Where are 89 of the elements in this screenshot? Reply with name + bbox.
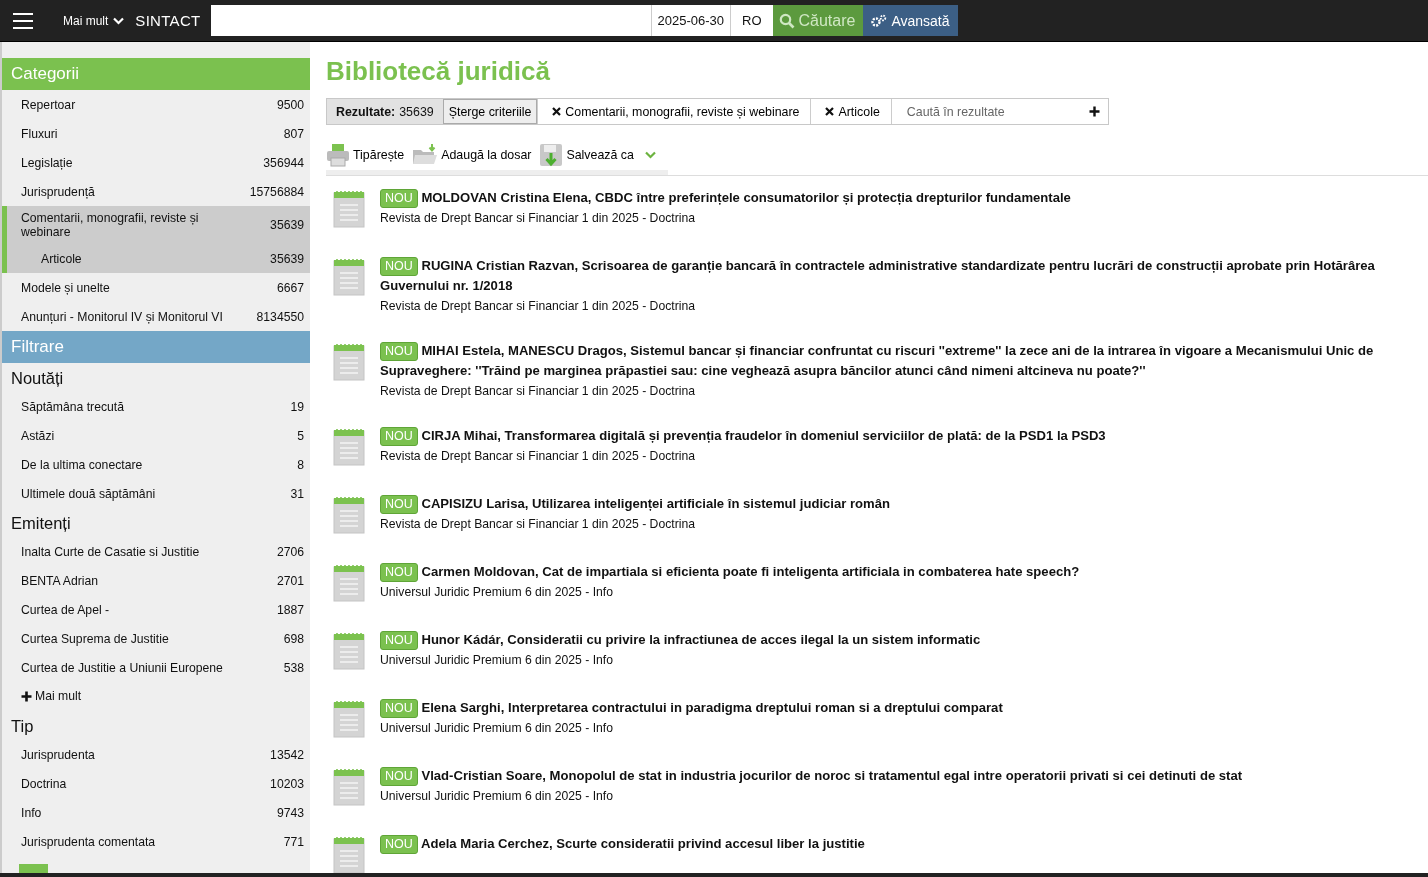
chevron-down-icon	[644, 151, 656, 159]
filter-item[interactable]: Curtea de Apel - 1887	[2, 595, 310, 624]
new-badge: NOU	[380, 189, 418, 208]
page-title: Bibliotecă juridică	[326, 56, 551, 87]
brand-name: SINTACT	[135, 12, 201, 29]
section-header: Categorii	[2, 58, 310, 90]
result-title[interactable]: NOU CAPISIZU Larisa, Utilizarea inteligenței artificiale în sistemul judiciar român	[380, 494, 891, 514]
category-item[interactable]: Jurisprudență 15756884	[2, 177, 310, 206]
filter-item[interactable]: De la ultima conectare 8	[2, 450, 310, 479]
menu-icon[interactable]	[13, 12, 33, 29]
result-source: Revista de Drept Bancar si Financiar 1 din 2025 - Doctrina	[380, 517, 696, 531]
category-item[interactable]: Fluxuri 807	[2, 119, 310, 148]
result-title[interactable]: NOU RUGINA Cristian Razvan, Scrisoarea de garanție bancară în contractele administrative standardizate pentru lucrări de construcții aprobate prin Hotărârea Guvernului nr. 1/2018	[380, 256, 1428, 296]
filter-group-title: Tip	[10, 716, 35, 737]
category-item[interactable]: Repertoar 9500	[2, 90, 310, 119]
gears-icon	[871, 13, 888, 28]
document-icon	[333, 496, 365, 534]
category-item[interactable]: Anunțuri - Monitorul IV și Monitorul VI 8134550	[2, 302, 310, 331]
language-field[interactable]: RO	[730, 5, 773, 36]
document-icon	[333, 768, 365, 806]
new-badge: NOU	[380, 699, 418, 718]
result-title[interactable]: NOU Adela Maria Cerchez, Scurte consideratii privind accesul liber la justitie	[380, 834, 865, 854]
search-field[interactable]	[210, 5, 651, 36]
filter-item[interactable]: Curtea de Justitie a Uniunii Europene 538	[2, 653, 310, 682]
section-header: Filtrare	[2, 331, 310, 363]
close-icon	[552, 107, 562, 116]
document-icon	[333, 190, 365, 228]
result-source: Universul Juridic Premium 6 din 2025 - Info	[380, 721, 614, 735]
filter-item[interactable]: Jurisprudenta 13542	[2, 740, 310, 769]
filter-group-title: Emitenți	[10, 513, 72, 534]
category-item[interactable]: Modele și unelte 6667	[2, 273, 310, 302]
new-badge: NOU	[380, 495, 418, 514]
toolbar-button[interactable]: Adaugă la dosar	[412, 143, 532, 167]
document-icon	[333, 632, 365, 670]
result-source: Universul Juridic Premium 6 din 2025 - Info	[380, 585, 614, 599]
result-source: Universul Juridic Premium 6 din 2025 - Info	[380, 653, 614, 667]
result-source: Revista de Drept Bancar si Financiar 1 din 2025 - Doctrina	[380, 449, 696, 463]
result-source: Revista de Drept Bancar si Financiar 1 din 2025 - Doctrina	[380, 384, 696, 398]
result-title[interactable]: NOU Hunor Kádár, Consideratii cu privire la infractiunea de acces ilegal la un sistem informatic	[380, 630, 981, 650]
search-icon	[778, 12, 795, 29]
filter-group-title: Noutăți	[10, 368, 65, 389]
filter-item[interactable]: BENTA Adrian 2701	[2, 566, 310, 595]
filter-item[interactable]: Jurisprudenta comentata 771	[2, 827, 310, 856]
result-source: Universul Juridic Premium 6 din 2025 - Info	[380, 789, 614, 803]
plus-icon	[21, 690, 32, 702]
filter-item[interactable]: Doctrina 10203	[2, 769, 310, 798]
new-badge: NOU	[380, 342, 418, 361]
category-item[interactable]: Articole 35639	[2, 244, 310, 273]
toolbar-button[interactable]: Tipărește	[326, 143, 405, 167]
toolbar-button[interactable]: Salvează ca	[539, 143, 656, 167]
more-menu[interactable]: Mai mult	[63, 13, 125, 28]
more-link[interactable]: Mai mult	[2, 682, 101, 711]
chevron-down-icon	[113, 16, 125, 25]
clear-button[interactable]: Șterge criteriile	[442, 99, 538, 124]
filter-item[interactable]: Curtea Suprema de Justitie 698	[2, 624, 310, 653]
advanced-button[interactable]: Avansată	[863, 5, 958, 36]
result-title[interactable]: NOU MOLDOVAN Cristina Elena, CBDC între preferințele consumatorilor și protecția drepturilor fundamentale	[380, 188, 1071, 208]
printer-icon	[326, 143, 350, 167]
document-icon	[333, 700, 365, 738]
new-badge: NOU	[380, 257, 418, 276]
new-badge: NOU	[380, 631, 418, 650]
result-source: Revista de Drept Bancar si Financiar 1 din 2025 - Doctrina	[380, 211, 696, 225]
document-icon	[333, 564, 365, 602]
result-title[interactable]: NOU Carmen Moldovan, Cat de impartiala si eficienta poate fi inteligenta artificiala in combaterea hate speech?	[380, 562, 1080, 582]
close-icon	[825, 107, 835, 116]
document-icon	[333, 258, 365, 296]
new-badge: NOU	[380, 427, 418, 446]
category-item[interactable]: Legislație 356944	[2, 148, 310, 177]
result-title[interactable]: NOU MIHAI Estela, MANESCU Dragos, Sistemul bancar și financiar confruntat cu riscuri ''extreme'' la zece ani de la intrarea în vigoare a Mecanismului Unic de Supraveghere: ''Trăind pe marginea prăpastiei sau: cine veghează asupra băncilor atunci când nimeni altcineva nu poate?''	[380, 341, 1428, 381]
category-item[interactable]: Comentarii, monografii, reviste și webinare 35639	[2, 206, 310, 244]
result-source: Revista de Drept Bancar si Financiar 1 din 2025 - Doctrina	[380, 299, 696, 313]
result-title[interactable]: NOU Elena Sarghi, Interpretarea contractului in paradigma dreptului roman si a dreptului comparat	[380, 698, 1003, 718]
filter-item[interactable]: Ultimele două săptămâni 31	[2, 479, 310, 508]
document-icon	[333, 428, 365, 466]
filter-item[interactable]: Inalta Curte de Casatie si Justitie 2706	[2, 537, 310, 566]
filter-item[interactable]: Info 9743	[2, 798, 310, 827]
new-badge: NOU	[380, 835, 418, 854]
results-count: Rezultate: 35639	[327, 99, 443, 124]
result-title[interactable]: NOU CIRJA Mihai, Transformarea digitală și prevenția fraudelor în domeniul serviciilor de plată: de la PSD1 la PSD3	[380, 426, 1106, 446]
document-icon	[333, 836, 365, 873]
filter-item[interactable]: Săptămâna trecută 19	[2, 392, 310, 421]
result-title[interactable]: NOU Vlad-Cristian Soare, Monopolul de stat in industria jocurilor de noroc si tratamentul egal intre operatorii privati si cei detinuti de stat	[380, 766, 1243, 786]
date-field[interactable]: 2025-06-30	[650, 5, 730, 36]
document-icon	[333, 343, 365, 381]
new-badge: NOU	[380, 563, 418, 582]
plus-icon[interactable]	[1088, 106, 1100, 117]
folder-icon	[412, 144, 439, 166]
filter-item[interactable]: Astăzi 5	[2, 421, 310, 450]
new-badge: NOU	[380, 767, 418, 786]
